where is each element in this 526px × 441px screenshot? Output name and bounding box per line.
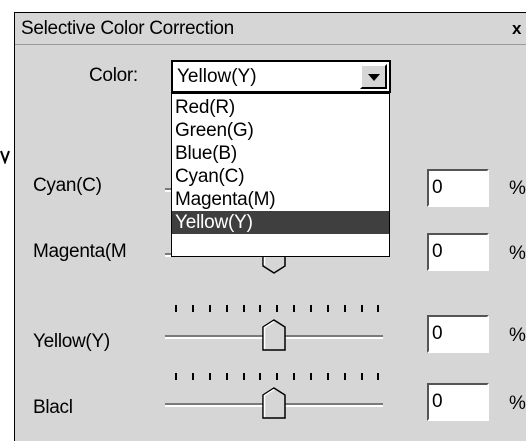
tick	[209, 305, 211, 312]
color-dropdown-list[interactable]: Red(R) Green(G) Blue(B) Cyan(C) Magenta(…	[171, 93, 390, 257]
black-slider-thumb[interactable]	[262, 387, 286, 419]
tick	[327, 305, 329, 312]
tick	[293, 305, 295, 312]
tick	[310, 305, 312, 312]
yellow-slider[interactable]	[165, 305, 383, 351]
dropdown-option-blue[interactable]: Blue(B)	[172, 142, 389, 165]
yellow-value-input[interactable]: 0	[427, 315, 489, 353]
tick	[175, 373, 177, 380]
tick	[243, 373, 245, 380]
cyan-value: 0	[432, 177, 443, 198]
tick	[259, 305, 261, 312]
magenta-label: Magenta(M	[33, 241, 127, 262]
dropdown-option-yellow[interactable]: Yellow(Y)	[172, 211, 389, 234]
dropdown-option-red[interactable]: Red(R)	[172, 96, 389, 119]
yellow-value: 0	[432, 323, 443, 344]
color-label: Color:	[89, 65, 138, 86]
black-value-input[interactable]: 0	[427, 383, 489, 421]
tick	[310, 373, 312, 380]
dropdown-option-magenta[interactable]: Magenta(M)	[172, 188, 389, 211]
tick	[243, 305, 245, 312]
cyan-label: Cyan(C)	[33, 175, 102, 196]
yellow-label: Yellow(Y)	[33, 331, 110, 352]
black-slider[interactable]	[165, 373, 383, 419]
tick	[377, 373, 379, 380]
color-select[interactable]: Yellow(Y)	[171, 60, 391, 93]
tick	[344, 305, 346, 312]
tick	[226, 373, 228, 380]
magenta-unit: %	[509, 243, 526, 264]
chevron-down-icon	[368, 74, 380, 81]
tick	[377, 305, 379, 312]
tick	[209, 373, 211, 380]
yellow-slider-thumb[interactable]	[262, 319, 286, 351]
magenta-value: 0	[432, 241, 443, 262]
yellow-unit: %	[509, 325, 526, 346]
cyan-unit: %	[509, 178, 526, 199]
tick	[175, 305, 177, 312]
tick	[192, 373, 194, 380]
selective-color-dialog: Selective Color Correction x Color: Yell…	[14, 12, 526, 441]
dialog-edge-mark	[0, 150, 10, 164]
tick	[226, 305, 228, 312]
close-icon[interactable]: x	[512, 20, 526, 38]
black-label: Blacl	[33, 397, 73, 418]
black-unit: %	[509, 393, 526, 414]
dropdown-option-cyan[interactable]: Cyan(C)	[172, 165, 389, 188]
slider-ticks	[165, 373, 383, 381]
tick	[361, 373, 363, 380]
tick	[327, 373, 329, 380]
title-bar[interactable]: Selective Color Correction x	[15, 13, 526, 45]
black-value: 0	[432, 391, 443, 412]
color-select-value: Yellow(Y)	[177, 66, 257, 87]
tick	[276, 305, 278, 312]
tick	[344, 373, 346, 380]
tick	[259, 373, 261, 380]
magenta-value-input[interactable]: 0	[427, 233, 489, 271]
tick	[192, 305, 194, 312]
slider-ticks	[165, 305, 383, 313]
dropdown-option-green[interactable]: Green(G)	[172, 119, 389, 142]
cyan-value-input[interactable]: 0	[427, 169, 489, 207]
tick	[361, 305, 363, 312]
tick	[276, 373, 278, 380]
dropdown-button[interactable]	[360, 64, 387, 89]
dialog-title: Selective Color Correction	[21, 18, 234, 39]
tick	[293, 373, 295, 380]
